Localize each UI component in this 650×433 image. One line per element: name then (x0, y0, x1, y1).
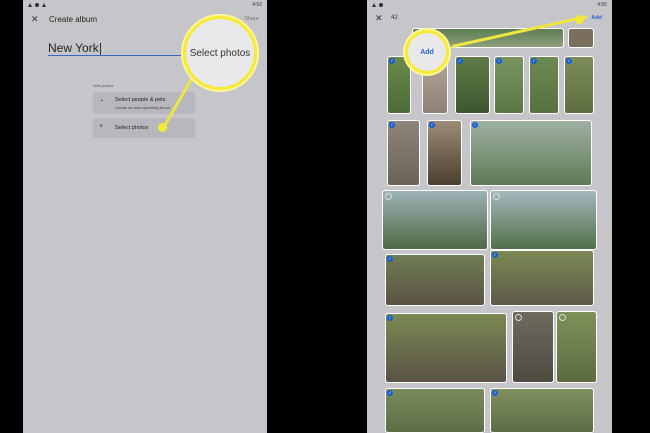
selected-check-icon: ✓ (387, 256, 393, 262)
selected-check-icon: ✓ (387, 315, 393, 321)
callout-dot (575, 15, 584, 24)
photo-thumbnail[interactable]: ✓ (387, 56, 411, 114)
add-photos-label: Add photos (93, 83, 114, 88)
unselected-circle-icon (493, 193, 500, 200)
selected-check-icon: ✓ (457, 58, 463, 64)
status-time: 4:55 (597, 1, 607, 8)
photo-thumbnail[interactable] (382, 190, 488, 250)
selected-check-icon: ✓ (492, 252, 498, 258)
option-title: Select photos (115, 125, 149, 131)
album-name-field[interactable]: New York (48, 41, 101, 55)
album-name-value: New York (48, 41, 99, 55)
status-time: 4:52 (252, 1, 262, 8)
select-photos-option[interactable]: + Select photos (93, 118, 195, 138)
selected-check-icon: ✓ (389, 58, 395, 64)
selected-check-icon: ✓ (389, 122, 395, 128)
warning-icon (28, 2, 32, 7)
close-icon[interactable]: ✕ (31, 14, 43, 25)
warning-icon (372, 2, 376, 7)
photo-thumbnail[interactable] (490, 190, 597, 250)
magnifier-callout: Select photos (183, 16, 257, 90)
people-icon: ◔ (99, 98, 104, 105)
wifi-icon (42, 2, 46, 7)
photo-thumbnail[interactable] (556, 311, 597, 383)
magnifier-callout: Add (405, 30, 449, 74)
status-bar: 4:55 (367, 0, 612, 9)
selected-count: 42 (391, 15, 398, 21)
selected-check-icon: ✓ (566, 58, 572, 64)
selected-check-icon: ✓ (429, 122, 435, 128)
page-title: Create album (49, 14, 98, 24)
notification-icon (35, 2, 39, 7)
create-album-screen: 4:52 ✕ Create album Share New York Add p… (23, 0, 267, 433)
text-cursor (99, 42, 101, 55)
photo-thumbnail[interactable]: ✓ (387, 120, 420, 186)
unselected-circle-icon (515, 314, 522, 321)
selected-check-icon: ✓ (492, 390, 498, 396)
add-button[interactable]: Add (591, 15, 602, 21)
select-photos-screen: 4:55 ✕ 42 Add ✓ ✓ ✓ ✓ ✓ ✓ ✓ ✓ ✓ ✓ ✓ ✓ ✓ (367, 0, 612, 433)
unselected-circle-icon (385, 193, 392, 200)
option-subtitle: Create an auto-updating album (115, 105, 171, 110)
photo-thumbnail[interactable]: ✓ (529, 56, 559, 114)
option-title: Select people & pets (115, 97, 166, 103)
selected-check-icon: ✓ (387, 390, 393, 396)
status-bar: 4:52 (23, 0, 267, 9)
photo-thumbnail[interactable] (512, 311, 554, 383)
photo-thumbnail[interactable]: ✓ (385, 254, 485, 306)
selected-check-icon: ✓ (496, 58, 502, 64)
photo-thumbnail[interactable]: ✓ (385, 313, 507, 383)
photo-thumbnail[interactable]: ✓ (455, 56, 490, 114)
share-button[interactable]: Share (244, 16, 259, 22)
callout-dot (158, 123, 167, 132)
photo-thumbnail[interactable]: ✓ (490, 388, 594, 433)
magnifier-text: Select photos (189, 47, 251, 59)
selected-check-icon: ✓ (531, 58, 537, 64)
unselected-circle-icon (559, 314, 566, 321)
close-icon[interactable]: ✕ (375, 13, 387, 24)
selected-check-icon: ✓ (472, 122, 478, 128)
photo-thumbnail[interactable]: ✓ (494, 56, 524, 114)
notification-icon (379, 2, 383, 7)
photo-thumbnail[interactable]: ✓ (427, 120, 462, 186)
photo-grid: ✓ ✓ ✓ ✓ ✓ ✓ ✓ ✓ ✓ ✓ ✓ ✓ ✓ (382, 28, 597, 433)
photo-thumbnail[interactable]: ✓ (470, 120, 592, 186)
photo-thumbnail[interactable]: ✓ (490, 250, 594, 306)
magnifier-text: Add (420, 48, 434, 56)
plus-icon: + (99, 123, 104, 130)
photo-thumbnail[interactable]: ✓ (564, 56, 594, 114)
photo-thumbnail[interactable] (568, 28, 594, 48)
photo-thumbnail[interactable]: ✓ (385, 388, 485, 433)
